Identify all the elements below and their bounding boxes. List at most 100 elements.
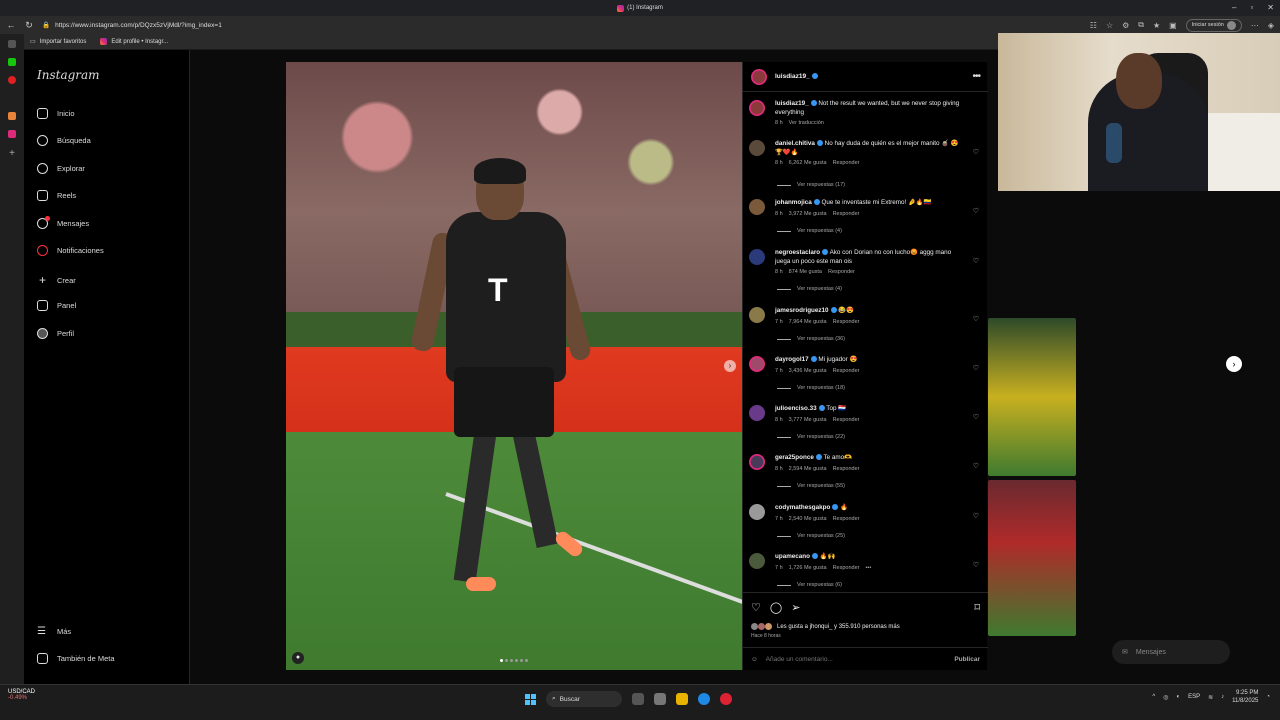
- reply-link[interactable]: Responder: [833, 466, 860, 472]
- comment-like-icon[interactable]: ♡: [973, 512, 979, 520]
- commenter-avatar[interactable]: [749, 504, 765, 520]
- commenter-avatar[interactable]: [749, 454, 765, 470]
- comment-likes[interactable]: 6,262 Me gusta: [789, 160, 827, 166]
- view-replies-link[interactable]: Ver respuestas (18): [777, 385, 845, 391]
- split-screen-icon[interactable]: ⧉: [1138, 20, 1144, 30]
- likes-summary[interactable]: Les gusta a jhonqui_ y 355.910 personas …: [751, 623, 900, 630]
- nav-meta[interactable]: También de Meta: [37, 653, 115, 664]
- address-bar[interactable]: 🔒 https://www.instagram.com/p/DQzx5zVjMd…: [42, 21, 222, 30]
- tray-app-icon[interactable]: ◐: [1176, 694, 1180, 700]
- comment-likes[interactable]: 874 Me gusta: [789, 269, 822, 275]
- comment-like-icon[interactable]: ♡: [973, 207, 979, 215]
- reply-link[interactable]: Responder: [833, 319, 860, 325]
- clock[interactable]: 9:25 PM 11/8/2025: [1232, 689, 1258, 705]
- comment-username[interactable]: gera25ponce: [775, 454, 814, 461]
- favorite-import[interactable]: ▭ Importar favoritos: [30, 38, 86, 46]
- nav-explorar[interactable]: Explorar: [37, 163, 85, 174]
- author-avatar[interactable]: [751, 68, 767, 85]
- comment-likes[interactable]: 3,777 Me gusta: [789, 417, 827, 423]
- emoji-icon[interactable]: ☺: [751, 656, 758, 663]
- view-replies-link[interactable]: Ver respuestas (6): [777, 582, 842, 588]
- instagram-app-icon[interactable]: [8, 130, 16, 138]
- author-username[interactable]: luisdiaz19_: [775, 73, 818, 80]
- commenter-avatar[interactable]: [749, 140, 765, 156]
- comment-username[interactable]: upamecano: [775, 553, 810, 560]
- copilot-icon[interactable]: ◈: [1268, 21, 1274, 30]
- maximize-icon[interactable]: ▫: [1250, 3, 1253, 12]
- view-replies-link[interactable]: Ver respuestas (4): [777, 286, 842, 292]
- language-indicator[interactable]: ESP: [1188, 694, 1200, 700]
- nav-reels[interactable]: Reels: [37, 190, 76, 201]
- app-icon[interactable]: [654, 693, 666, 705]
- comment-likes[interactable]: 1,726 Me gusta: [789, 565, 827, 571]
- nav-inicio[interactable]: Inicio: [37, 108, 75, 119]
- comment-username[interactable]: jamesrodriguez10: [775, 307, 829, 314]
- chevron-up-icon[interactable]: ^: [1152, 694, 1155, 700]
- view-replies-link[interactable]: Ver respuestas (36): [777, 336, 845, 342]
- add-app-icon[interactable]: +: [9, 148, 15, 159]
- see-translation-link[interactable]: Ver traducción: [789, 120, 824, 126]
- reply-link[interactable]: Responder: [833, 368, 860, 374]
- comment-options-icon[interactable]: •••: [866, 565, 872, 571]
- comment-like-icon[interactable]: ♡: [973, 148, 979, 156]
- view-replies-link[interactable]: Ver respuestas (22): [777, 434, 845, 440]
- collections-icon[interactable]: ▣: [1169, 21, 1177, 30]
- publish-button[interactable]: Publicar: [954, 656, 980, 663]
- refresh-icon[interactable]: ↻: [24, 20, 34, 31]
- author-avatar[interactable]: [749, 100, 765, 116]
- tabs-icon[interactable]: [8, 40, 16, 48]
- bookmark-icon[interactable]: ⌑: [974, 601, 980, 614]
- favorite-star-icon[interactable]: ☆: [1106, 21, 1113, 30]
- comment-username[interactable]: julioenciso.33: [775, 405, 817, 412]
- share-icon[interactable]: ➢: [791, 601, 800, 614]
- notifications-icon[interactable]: ◔: [1266, 694, 1270, 700]
- signin-button[interactable]: Iniciar sesión: [1185, 18, 1242, 32]
- file-explorer-icon[interactable]: [676, 693, 688, 705]
- comment-like-icon[interactable]: ♡: [973, 364, 979, 372]
- reply-link[interactable]: Responder: [833, 565, 860, 571]
- comment-likes[interactable]: 3,972 Me gusta: [789, 211, 827, 217]
- comment-icon[interactable]: ◯: [770, 601, 782, 614]
- tab-title[interactable]: (1) Instagram: [627, 5, 663, 11]
- comment-username[interactable]: codymathesgakpo: [775, 504, 830, 511]
- wifi-icon[interactable]: ≋: [1208, 694, 1213, 701]
- minimize-icon[interactable]: –: [1232, 3, 1236, 12]
- commenter-avatar[interactable]: [749, 307, 765, 323]
- favorite-instagram[interactable]: Edit profile • Instagr...: [100, 38, 168, 45]
- comment-like-icon[interactable]: ♡: [973, 257, 979, 265]
- more-menu-icon[interactable]: ⋯: [1251, 21, 1259, 30]
- taskbar-search[interactable]: ⌕ Buscar: [546, 691, 622, 707]
- post-photo[interactable]: T: [286, 62, 742, 670]
- reply-link[interactable]: Responder: [828, 269, 855, 275]
- comment-username[interactable]: dayrogol17: [775, 356, 809, 363]
- nav-notificaciones[interactable]: Notificaciones: [37, 245, 104, 256]
- nav-crear[interactable]: + Crear: [37, 273, 76, 287]
- comment-username[interactable]: negroestaclaro: [775, 249, 820, 256]
- comment-likes[interactable]: 3,436 Me gusta: [789, 368, 827, 374]
- commenter-avatar[interactable]: [749, 199, 765, 215]
- view-replies-link[interactable]: Ver respuestas (25): [777, 533, 845, 539]
- next-post-icon[interactable]: ›: [1226, 356, 1242, 372]
- edge-icon[interactable]: [698, 693, 710, 705]
- commenter-avatar[interactable]: [749, 356, 765, 372]
- commenter-avatar[interactable]: [749, 405, 765, 421]
- comment-like-icon[interactable]: ♡: [973, 315, 979, 323]
- caption-username[interactable]: luisdiaz19_: [775, 100, 809, 107]
- commenter-avatar[interactable]: [749, 553, 765, 569]
- instagram-logo[interactable]: Instagram: [37, 68, 100, 82]
- nav-panel[interactable]: Panel: [37, 300, 76, 311]
- volume-icon[interactable]: ♪: [1221, 694, 1224, 700]
- tray-app-icon[interactable]: ◎: [1163, 694, 1168, 701]
- comment-like-icon[interactable]: ♡: [973, 413, 979, 421]
- messages-pill[interactable]: ✉ Mensajes: [1112, 640, 1230, 664]
- youtube-icon[interactable]: [8, 76, 16, 84]
- view-replies-link[interactable]: Ver respuestas (4): [777, 228, 842, 234]
- comment-like-icon[interactable]: ♡: [973, 462, 979, 470]
- more-options-icon[interactable]: •••: [972, 71, 980, 82]
- reply-link[interactable]: Responder: [833, 160, 860, 166]
- comment-likes[interactable]: 2,594 Me gusta: [789, 466, 827, 472]
- comment-input[interactable]: [765, 656, 916, 663]
- nav-busqueda[interactable]: Búsqueda: [37, 135, 91, 146]
- comment-like-icon[interactable]: ♡: [973, 561, 979, 569]
- reply-link[interactable]: Responder: [833, 516, 860, 522]
